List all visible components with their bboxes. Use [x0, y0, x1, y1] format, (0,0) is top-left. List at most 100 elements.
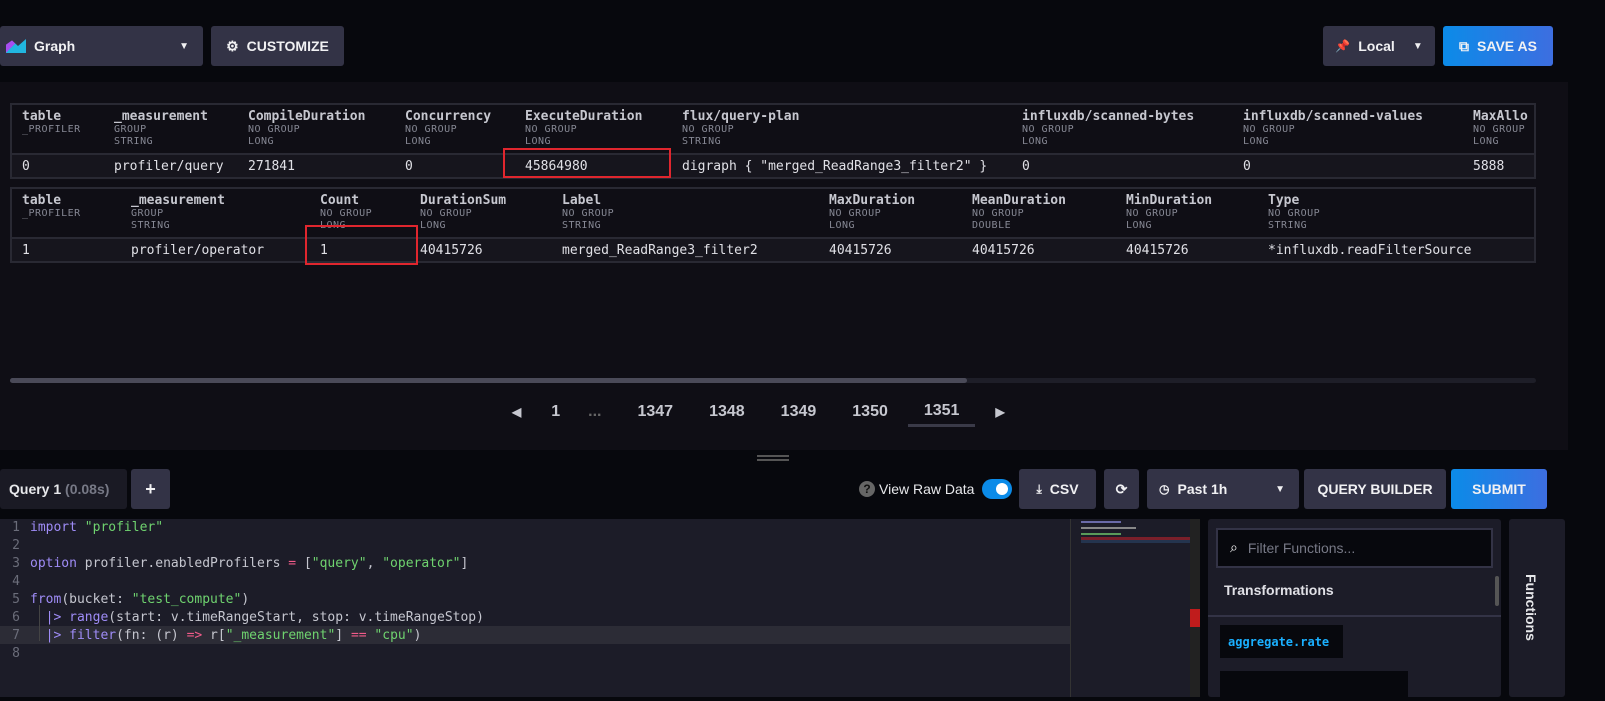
code-token: ): [413, 627, 422, 643]
refresh-button[interactable]: ⟳: [1104, 469, 1139, 509]
pin-icon: 📌: [1335, 39, 1351, 53]
table-cell: 271841: [248, 158, 295, 174]
column-group: GROUP: [114, 124, 147, 135]
horizontal-scrollbar[interactable]: [10, 378, 1536, 383]
resize-handle[interactable]: [757, 455, 789, 461]
functions-tab[interactable]: Functions: [1509, 519, 1565, 697]
code-token: =>: [186, 627, 211, 643]
column-header[interactable]: table _PROFILER: [22, 109, 114, 149]
submit-button[interactable]: SUBMIT: [1451, 469, 1547, 509]
column-header[interactable]: CompileDuration NO GROUP LONG: [248, 109, 405, 149]
editor-scrollbar[interactable]: [1190, 519, 1200, 697]
csv-button[interactable]: ⤓ CSV: [1019, 469, 1096, 509]
line-number: 8: [12, 645, 20, 661]
column-type: LONG: [525, 136, 552, 147]
functions-scrollbar[interactable]: [1495, 576, 1499, 606]
column-type: STRING: [1268, 220, 1308, 231]
filter-functions-input[interactable]: ⌕ Filter Functions...: [1216, 528, 1493, 568]
customize-button[interactable]: ⚙ CUSTOMIZE: [211, 26, 344, 66]
add-query-button[interactable]: +: [131, 469, 170, 509]
column-group: NO GROUP: [248, 124, 301, 135]
query-builder-label: QUERY BUILDER: [1317, 481, 1433, 497]
help-icon[interactable]: ?: [859, 481, 875, 497]
download-icon: ⤓: [1036, 481, 1042, 496]
column-group: NO GROUP: [420, 208, 473, 219]
column-header[interactable]: Type NO GROUP STRING: [1268, 193, 1534, 233]
view-raw-label: View Raw Data: [879, 481, 975, 497]
column-type: LONG: [420, 220, 447, 231]
code-token: ,: [366, 555, 383, 571]
table-cell: 0: [1022, 158, 1030, 174]
column-header[interactable]: MaxAllo NO GROUP LONG: [1473, 109, 1534, 149]
table-cell: digraph { "merged_ReadRange3_filter2" }: [682, 158, 988, 174]
column-header[interactable]: DurationSum NO GROUP LONG: [420, 193, 562, 233]
line-number: 1: [12, 519, 20, 535]
view-raw-toggle[interactable]: [982, 479, 1013, 499]
external-link-icon: ⧉: [1459, 37, 1470, 54]
page-button[interactable]: 1350: [852, 399, 888, 425]
code-editor[interactable]: 1 import "profiler" 2 3 option profiler.enab…: [0, 519, 1200, 697]
column-header[interactable]: table _PROFILER: [22, 193, 131, 233]
column-header[interactable]: influxdb/scanned-values NO GROUP LONG: [1243, 109, 1473, 149]
code-line: 3 option profiler.enabledProfilers = ["qu…: [0, 554, 1070, 572]
customize-label: CUSTOMIZE: [246, 38, 329, 54]
code-token: ==: [350, 627, 375, 643]
code-token: [: [303, 555, 312, 571]
column-header[interactable]: MaxDuration NO GROUP LONG: [829, 193, 972, 233]
query-builder-button[interactable]: QUERY BUILDER: [1304, 469, 1446, 509]
function-item[interactable]: aggregate.rate: [1220, 625, 1343, 658]
column-header[interactable]: MinDuration NO GROUP LONG: [1126, 193, 1268, 233]
code-line: 8: [0, 644, 1070, 662]
column-name: flux/query-plan: [682, 109, 800, 124]
page-button[interactable]: 1: [551, 399, 560, 425]
time-range-dropdown[interactable]: ◷ Past 1h ▼: [1147, 469, 1299, 509]
code-token: "operator": [382, 555, 461, 571]
column-header[interactable]: _measurement GROUP STRING: [114, 109, 248, 149]
column-header[interactable]: flux/query-plan NO GROUP STRING: [682, 109, 1022, 149]
functions-panel: ⌕ Filter Functions... Transformations ag…: [1208, 519, 1501, 701]
code-token: (bucket:: [61, 591, 132, 607]
prev-page-icon[interactable]: ◀: [512, 405, 521, 419]
search-icon: ⌕: [1230, 540, 1238, 556]
local-dropdown[interactable]: 📌 Local ▼: [1323, 26, 1435, 66]
column-header[interactable]: MeanDuration NO GROUP DOUBLE: [972, 193, 1126, 233]
results-panel: table _PROFILER _measurement GROUP STRING Com…: [0, 82, 1568, 450]
gear-icon: ⚙: [226, 37, 239, 54]
column-group: _PROFILER: [22, 208, 81, 219]
table-cell: 40415726: [972, 242, 1035, 258]
code-token: r[: [210, 627, 226, 643]
code-token: range: [69, 609, 109, 625]
query-tab[interactable]: Query 1 (0.08s): [0, 469, 127, 509]
code-token: "query": [311, 555, 367, 571]
chevron-down-icon: ▼: [179, 40, 189, 52]
line-number: 5: [12, 591, 20, 607]
code-token: (fn: (r): [116, 627, 187, 643]
column-type: DOUBLE: [972, 220, 1012, 231]
column-header[interactable]: _measurement GROUP STRING: [131, 193, 320, 233]
column-name: influxdb/scanned-values: [1243, 109, 1424, 124]
graph-type-dropdown[interactable]: Graph ▼: [0, 26, 203, 66]
column-header[interactable]: Label NO GROUP STRING: [562, 193, 829, 233]
page-button[interactable]: 1348: [709, 399, 745, 425]
code-token: ]: [335, 627, 351, 643]
column-header[interactable]: ExecuteDuration NO GROUP LONG: [525, 109, 682, 149]
next-page-icon[interactable]: ▶: [995, 405, 1004, 419]
table-cell: 40415726: [829, 242, 892, 258]
column-name: Label: [562, 193, 602, 208]
clock-icon: ◷: [1159, 482, 1170, 496]
column-header[interactable]: Concurrency NO GROUP LONG: [405, 109, 525, 149]
column-name: MeanDuration: [972, 193, 1066, 208]
code-token: |>: [30, 627, 70, 643]
save-as-button[interactable]: ⧉ SAVE AS: [1443, 26, 1553, 66]
page-button[interactable]: 1351: [907, 398, 976, 427]
code-line: 4: [0, 572, 1070, 590]
code-token: |>: [30, 609, 70, 625]
code-token: import: [30, 519, 85, 535]
table-cell: 0: [1243, 158, 1251, 174]
page-button[interactable]: 1347: [637, 399, 673, 425]
code-token: "test_compute": [131, 591, 242, 607]
table-cell: 5888: [1473, 158, 1505, 174]
column-header[interactable]: influxdb/scanned-bytes NO GROUP LONG: [1022, 109, 1243, 149]
page-button[interactable]: 1349: [781, 399, 817, 425]
scrollbar-thumb[interactable]: [10, 378, 967, 383]
